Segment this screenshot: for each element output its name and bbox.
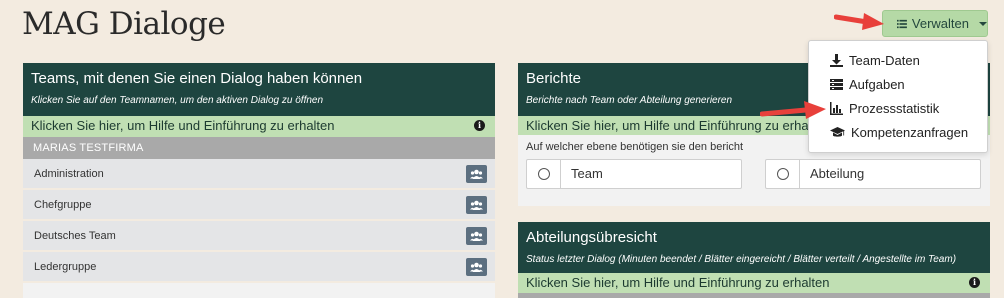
annotation-arrow-icon — [834, 13, 884, 30]
users-icon[interactable] — [466, 165, 487, 183]
department-table-header — [518, 293, 990, 298]
team-row[interactable]: Administration — [23, 159, 495, 190]
teams-panel-title: Teams, mit denen Sie einen Dialog haben … — [31, 70, 363, 87]
teams-panel-header: Teams, mit denen Sie einen Dialog haben … — [23, 63, 495, 116]
manage-button-label: Verwalten — [911, 16, 969, 31]
teams-panel: Teams, mit denen Sie einen Dialog haben … — [23, 63, 495, 298]
menu-item-process-statistics[interactable]: Prozessstatistik — [809, 96, 987, 120]
department-panel-subtitle: Status letzter Dialog (Minuten beendet /… — [526, 254, 957, 265]
users-icon[interactable] — [466, 258, 487, 276]
menu-item-competence-requests[interactable]: Kompetenzanfragen — [809, 120, 987, 144]
department-help-text: Klicken Sie hier, um Hilfe und Einführun… — [526, 275, 830, 290]
radio-button[interactable] — [538, 168, 550, 180]
department-panel: Abteilungsübresicht Status letzter Dialo… — [518, 222, 990, 298]
bar-chart-icon — [830, 101, 843, 115]
company-header: MARIAS TESTFIRMA — [23, 137, 495, 159]
team-row[interactable]: Deutsches Team — [23, 221, 495, 252]
team-name: Deutsches Team — [34, 230, 116, 242]
caret-down-icon — [979, 21, 987, 26]
manage-dropdown-menu: Team-Daten Aufgaben Prozessstatistik Kom… — [808, 40, 988, 153]
menu-item-label: Aufgaben — [849, 76, 905, 92]
team-name: Administration — [34, 168, 104, 180]
info-icon: i — [474, 120, 485, 131]
team-row[interactable]: Chefgruppe — [23, 190, 495, 221]
menu-item-team-data[interactable]: Team-Daten — [809, 48, 987, 72]
download-icon — [830, 53, 843, 67]
team-row[interactable]: Ledergruppe — [23, 252, 495, 283]
annotation-arrow-icon — [760, 101, 826, 119]
page-title: MAG Dialoge — [22, 6, 226, 42]
teams-help-text: Klicken Sie hier, um Hilfe und Einführun… — [31, 118, 335, 133]
teams-help-bar[interactable]: Klicken Sie hier, um Hilfe und Einführun… — [23, 116, 495, 137]
radio-button[interactable] — [777, 168, 789, 180]
department-help-bar[interactable]: Klicken Sie hier, um Hilfe und Einführun… — [518, 273, 990, 293]
radio-team[interactable]: Team — [526, 159, 742, 189]
menu-item-label: Kompetenzanfragen — [851, 124, 969, 140]
teams-panel-subtitle: Klicken Sie auf den Teamnamen, um den ak… — [31, 95, 324, 106]
info-icon: i — [969, 277, 980, 288]
tasks-icon — [830, 78, 843, 90]
radio-team-label: Team — [560, 159, 741, 189]
department-panel-title: Abteilungsübresicht — [526, 229, 657, 246]
menu-item-label: Prozessstatistik — [849, 100, 940, 116]
graduation-cap-icon — [830, 126, 845, 137]
team-name: Chefgruppe — [34, 199, 92, 211]
users-icon[interactable] — [466, 227, 487, 245]
department-panel-header: Abteilungsübresicht Status letzter Dialo… — [518, 222, 990, 273]
manage-dropdown-button[interactable]: Verwalten — [882, 10, 988, 37]
list-icon — [897, 19, 907, 28]
users-icon[interactable] — [466, 196, 487, 214]
menu-item-label: Team-Daten — [849, 52, 920, 68]
team-name: Ledergruppe — [34, 261, 97, 273]
radio-department[interactable]: Abteilung — [765, 159, 981, 189]
radio-department-label: Abteilung — [799, 159, 980, 189]
menu-item-tasks[interactable]: Aufgaben — [809, 72, 987, 96]
